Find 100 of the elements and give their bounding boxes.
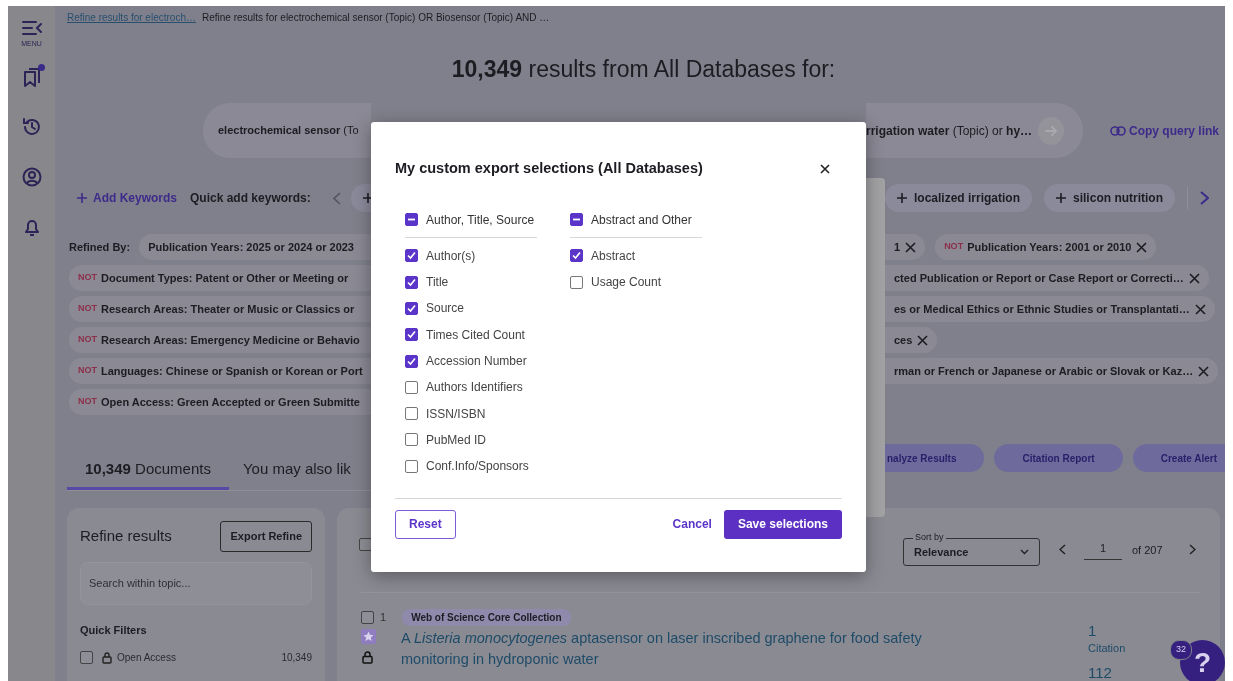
page-total: of 207	[1132, 542, 1163, 558]
chevron-right-icon[interactable]	[1188, 544, 1196, 556]
close-icon[interactable]	[917, 334, 929, 346]
check-icon	[572, 251, 581, 261]
results-heading: 10,349 results from All Databases for:	[450, 55, 837, 84]
copy-query-link[interactable]: Copy query link	[1110, 121, 1220, 140]
checkbox[interactable]	[405, 459, 418, 473]
not-label: NOT	[78, 302, 97, 316]
option-label: PubMed ID	[426, 431, 487, 449]
filter-text: rman or French or Japanese or Arabic or Slovak or Kaz…	[894, 363, 1194, 379]
not-label: NOT	[78, 333, 97, 347]
filter-text: Open Access: Green Accepted or Green Submitte	[101, 394, 360, 410]
record-number: 1	[380, 610, 387, 626]
filter-text: es or Medical Ethics or Ethnic Studies or Transplantati…	[894, 301, 1190, 317]
close-icon[interactable]	[1194, 303, 1206, 315]
breadcrumb-text: Refine results for electrochemical sensor (Topic) OR Biosensor (Topic) AND …	[201, 10, 550, 25]
option-label: Source	[426, 300, 465, 318]
checkbox[interactable]	[405, 275, 418, 289]
filter-text: ces	[894, 332, 913, 348]
breadcrumb-link[interactable]: Refine results for electroch…	[67, 9, 196, 25]
filter-text: 1	[894, 239, 901, 255]
link-icon	[1110, 125, 1126, 136]
checkbox[interactable]	[405, 249, 418, 263]
checkbox[interactable]	[570, 275, 583, 289]
usage-count: 112	[1088, 664, 1113, 681]
checkbox[interactable]	[80, 651, 93, 664]
cancel-button[interactable]: Cancel	[660, 515, 724, 534]
option-label: Title	[426, 274, 449, 292]
results-tab[interactable]: 10,349 Documents	[67, 452, 229, 490]
keyword-chip[interactable]: localized irrigation	[885, 184, 1033, 212]
checkbox[interactable]	[405, 380, 418, 394]
group-label: Author, Title, Source	[426, 211, 535, 229]
filter-count: 10,349	[281, 651, 312, 665]
refined-by-label: Refined By:	[69, 239, 131, 255]
close-icon	[820, 163, 830, 174]
arrow-right-icon	[1044, 123, 1059, 138]
panel-title: Refine results	[80, 526, 172, 546]
filter-text: Research Areas: Theater or Music or Classics or	[101, 301, 355, 317]
collection-badge: Web of Science Core Collection	[402, 609, 571, 626]
filter-text: Languages: Chinese or Spanish or Korean or Port	[101, 363, 363, 379]
reset-button[interactable]: Reset	[395, 509, 456, 539]
not-label: NOT	[78, 395, 97, 409]
query-text: electrochemical sensor (To	[218, 123, 359, 139]
filter-text: Publication Years: 2001 or 2010	[967, 239, 1132, 255]
lock-icon	[362, 651, 373, 664]
action-button[interactable]: nalyze Results	[885, 444, 985, 472]
filter-text: Research Areas: Emergency Medicine or Behavio	[101, 332, 360, 348]
check-icon	[407, 330, 416, 340]
history-icon[interactable]	[20, 115, 43, 138]
plus-icon	[897, 193, 907, 203]
close-icon[interactable]	[1198, 365, 1210, 377]
option-label: Abstract	[591, 247, 635, 265]
checkbox[interactable]	[405, 433, 418, 447]
chevron-left-icon[interactable]	[1059, 544, 1066, 556]
filter-text: Publication Years: 2025 or 2024 or 2023	[148, 239, 354, 255]
not-label: NOT	[944, 240, 964, 254]
filter-label: Open Access	[117, 651, 176, 665]
checkbox[interactable]	[405, 213, 418, 227]
citation-count[interactable]: 1	[1088, 622, 1126, 640]
close-icon[interactable]	[1188, 272, 1200, 284]
close-icon[interactable]	[1136, 241, 1148, 253]
citation-label: Citation	[1088, 641, 1126, 656]
checkbox[interactable]	[361, 611, 374, 624]
option-label: Authors Identifiers	[426, 379, 523, 397]
plus-icon	[77, 193, 87, 203]
results-tab[interactable]: You may also lik	[242, 452, 351, 490]
check-icon	[407, 304, 416, 313]
add-keywords-link[interactable]: Add Keywords	[77, 189, 177, 207]
checkbox[interactable]	[405, 354, 418, 368]
search-field[interactable]: Search within topic...	[80, 561, 312, 605]
plus-icon	[1056, 193, 1067, 203]
check-icon	[407, 356, 416, 366]
export-refine-button[interactable]: Export Refine	[220, 521, 312, 552]
checkbox[interactable]	[405, 407, 418, 421]
not-label: NOT	[78, 271, 97, 285]
checkbox[interactable]	[570, 213, 583, 227]
action-button[interactable]: Create Alert	[1132, 444, 1225, 472]
checkbox[interactable]	[405, 302, 418, 315]
page-input[interactable]: 1	[1084, 540, 1122, 560]
check-icon	[407, 277, 416, 287]
star-button[interactable]	[361, 629, 376, 644]
record-title[interactable]: A Listeria monocytogenes aptasensor on laser inscribed graphene for food safety monitoring in hydroponic water	[401, 628, 961, 670]
lock-icon	[102, 651, 112, 664]
filter-text: cted Publication or Report or Case Report or Correcti…	[894, 270, 1184, 286]
option-label: Author(s)	[426, 247, 476, 265]
checkbox[interactable]	[570, 249, 583, 263]
star-icon	[363, 631, 374, 642]
dialog-title: My custom export selections (All Databases)	[395, 159, 703, 178]
profile-icon[interactable]	[20, 165, 43, 188]
menu-icon[interactable]	[21, 20, 42, 36]
not-label: NOT	[78, 364, 97, 378]
option-label: Usage Count	[591, 274, 662, 292]
action-button[interactable]: Citation Report	[994, 444, 1123, 472]
option-label: Conf.Info/Sponsors	[426, 458, 529, 476]
checkbox[interactable]	[405, 328, 418, 342]
close-icon[interactable]	[905, 241, 917, 253]
save-button[interactable]: Save selections	[723, 509, 842, 539]
keyword-chip[interactable]: silicon nutrition	[1044, 184, 1176, 212]
chevron-right-icon[interactable]	[1200, 191, 1210, 205]
option-label: Times Cited Count	[426, 326, 525, 344]
